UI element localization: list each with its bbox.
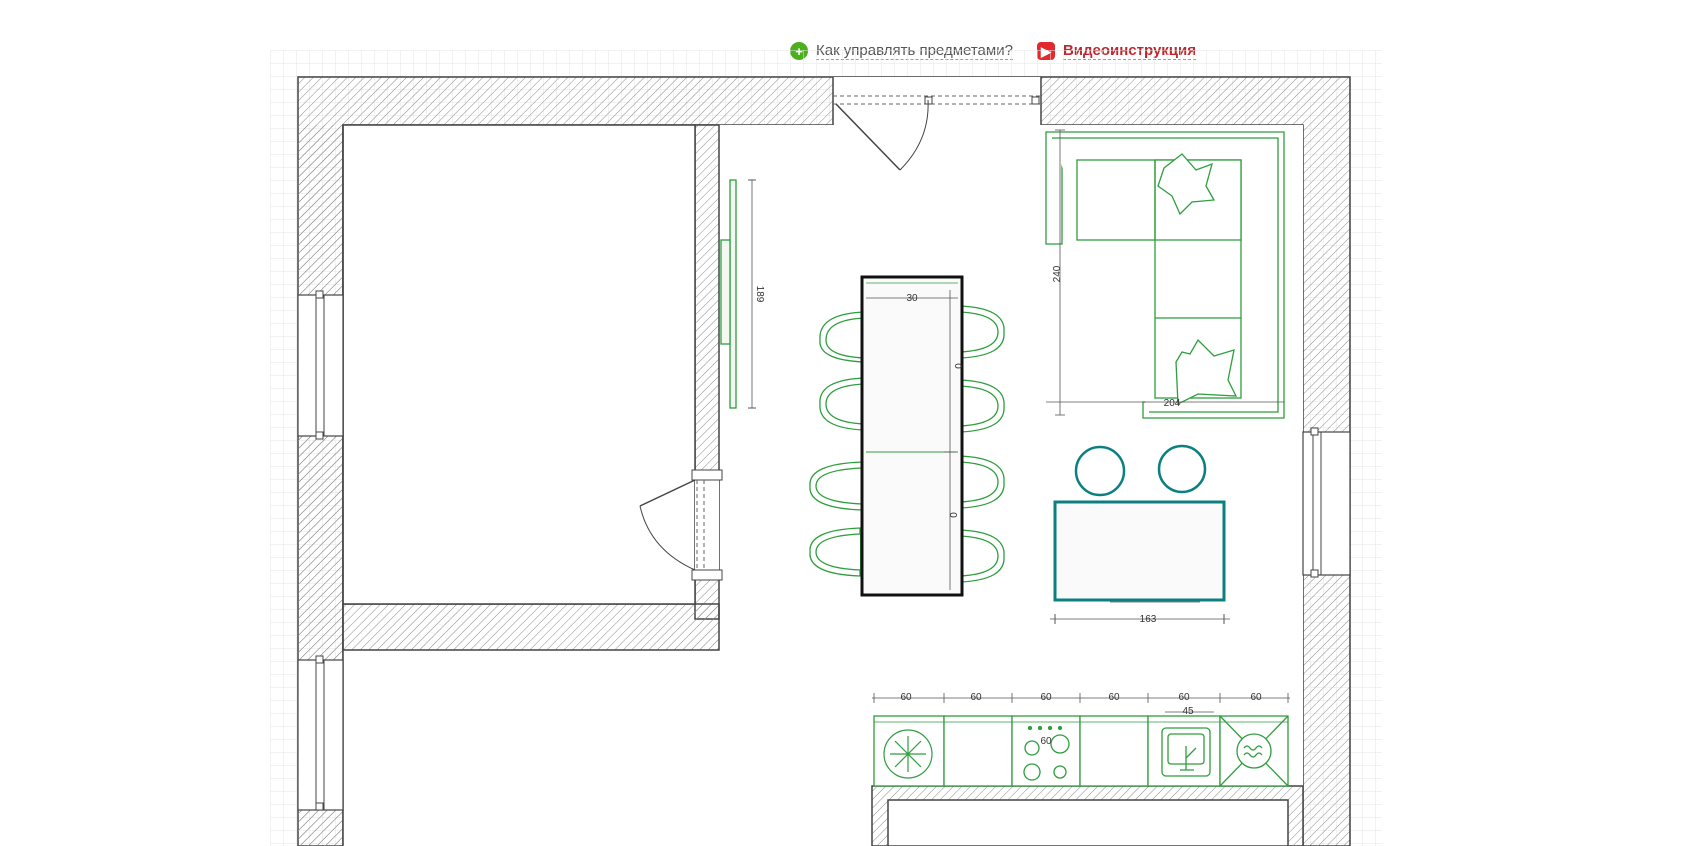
cabinet-2-dimension: 60: [970, 692, 982, 703]
desk-width-dimension: 163: [1140, 614, 1157, 625]
cabinet-5-dimension: 60: [1178, 692, 1190, 703]
cabinet-1-dimension: 60: [900, 692, 912, 703]
floor-plan-canvas[interactable]: 189 30 0 0 240 204 163 60 60 60 60 60 60…: [0, 0, 1704, 846]
sofa-depth-dimension: 240: [1052, 265, 1063, 282]
sofa-width-dimension: 204: [1164, 398, 1181, 409]
table-width-dimension: 30: [906, 293, 918, 304]
table-segment-1-dimension: 0: [952, 363, 963, 369]
fridge-snowflake-icon: [883, 729, 933, 779]
table-segment-2-dimension: 0: [947, 512, 958, 518]
window-left-1[interactable]: [297, 290, 344, 440]
cabinet-6-dimension: 60: [1250, 692, 1262, 703]
kitchen-counter[interactable]: [873, 715, 1289, 787]
cabinet-4-dimension: 60: [1108, 692, 1120, 703]
sink-width-dimension: 45: [1182, 706, 1194, 717]
window-right[interactable]: [1302, 427, 1351, 578]
cabinet-3-dimension: 60: [1040, 692, 1052, 703]
bedroom-room: [342, 124, 696, 605]
window-left-2[interactable]: [297, 655, 344, 811]
interior-wall-horizontal: [342, 603, 720, 651]
dining-table[interactable]: [860, 275, 964, 597]
hob-width-dimension: 60: [1040, 736, 1052, 747]
wardrobe-dimension: 189: [754, 286, 765, 303]
